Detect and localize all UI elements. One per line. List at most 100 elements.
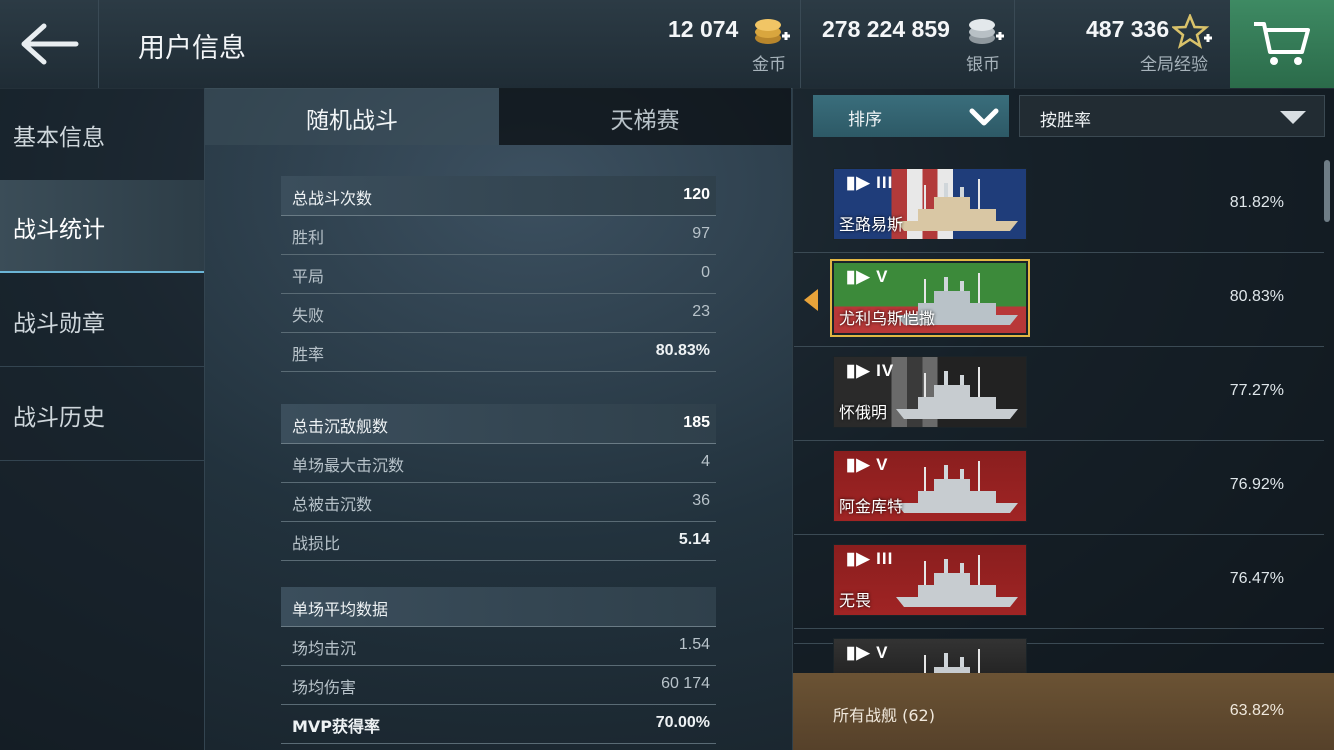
ship-tier: ▮▶ III: [846, 173, 894, 192]
stat-label: 场均伤害: [292, 678, 357, 697]
sort-button[interactable]: 排序: [813, 95, 1009, 137]
sidebar-item-basic-info[interactable]: 基本信息: [0, 88, 204, 181]
stat-value: 1.54: [678, 636, 710, 653]
stat-label: 平局: [292, 267, 325, 286]
sidebar-item-battle-stats[interactable]: 战斗统计: [0, 180, 204, 273]
shop-button[interactable]: [1230, 0, 1334, 88]
ship-win-rate: 76.92%: [1229, 476, 1284, 493]
ship-row[interactable]: ▮▶ IV 怀俄明 77.27%: [794, 346, 1324, 441]
gold-value: 12 074: [668, 16, 739, 42]
global-xp[interactable]: 487 336 全局经验: [1014, 0, 1230, 88]
stat-value: 185: [683, 414, 710, 431]
ship-row[interactable]: ▮▶ V 阿金库特 76.92%: [794, 440, 1324, 535]
stat-row: MVP获得率 70.00%: [281, 704, 716, 744]
ship-card: ▮▶ III 无畏: [833, 544, 1027, 616]
ship-name: 圣路易斯: [839, 215, 904, 234]
dropdown-triangle-icon: [1280, 111, 1306, 124]
stat-label: 胜率: [292, 345, 325, 364]
ship-row[interactable]: ▮▶ III 无畏 76.47%: [794, 534, 1324, 629]
ship-card: ▮▶ III 圣路易斯: [833, 168, 1027, 240]
warship-icon: [896, 461, 1018, 513]
ship-tier: ▮▶ V: [846, 455, 889, 474]
sidebar-item-label: 战斗统计: [13, 217, 105, 243]
stat-row: 胜率 80.83%: [281, 332, 716, 372]
stat-group-header: 总战斗次数 120: [281, 176, 716, 216]
gold-currency[interactable]: 12 074 金币: [660, 0, 801, 88]
ship-name: 无畏: [839, 591, 872, 610]
sidebar-item-label: 基本信息: [13, 125, 105, 151]
xp-label: 全局经验: [1140, 55, 1208, 75]
ship-tier: ▮▶ V: [846, 267, 889, 286]
star-plus-icon: [1172, 14, 1212, 49]
stat-value: 23: [692, 303, 710, 320]
ship-win-rate: 80.83%: [1229, 288, 1284, 305]
stat-value: 0: [701, 264, 710, 281]
stat-row: 场均击沉 1.54: [281, 626, 716, 666]
stat-value: 36: [692, 492, 710, 509]
sort-criteria-select[interactable]: 按胜率: [1019, 95, 1325, 137]
ship-row[interactable]: ▮▶ III 圣路易斯 81.82%: [794, 158, 1324, 253]
stat-value: 4: [701, 453, 710, 470]
stat-group-header: 总击沉敌舰数 185: [281, 404, 716, 444]
sidebar-item-battle-medals[interactable]: 战斗勋章: [0, 274, 204, 367]
warship-icon: [896, 367, 1018, 419]
stat-label: MVP获得率: [292, 717, 381, 736]
sidebar: 基本信息 战斗统计 战斗勋章 战斗历史: [0, 88, 205, 750]
stat-row: 平局 0: [281, 254, 716, 294]
stat-value: 97: [692, 225, 710, 242]
stat-row: 场均伤害 60 174: [281, 665, 716, 705]
ship-card: ▮▶ V 阿金库特: [833, 450, 1027, 522]
silver-coin-plus-icon: [969, 19, 1004, 44]
stat-label: 总被击沉数: [292, 495, 373, 514]
sidebar-item-label: 战斗历史: [13, 405, 105, 431]
stat-row: 胜利 97: [281, 215, 716, 255]
tab-ladder[interactable]: 天梯赛: [499, 88, 791, 145]
stat-row: 失败 23: [281, 293, 716, 333]
ship-win-rate: 81.82%: [1229, 194, 1284, 211]
ship-name: 怀俄明: [839, 403, 888, 422]
stat-label: 场均击沉: [292, 639, 357, 658]
sidebar-item-battle-history[interactable]: 战斗历史: [0, 368, 204, 461]
warship-icon: [896, 555, 1018, 607]
ship-tier: ▮▶ IV: [846, 361, 895, 380]
page-title: 用户信息: [138, 33, 246, 64]
ship-tier: ▮▶ V: [846, 643, 889, 662]
gold-label: 金币: [752, 55, 786, 75]
ship-win-rate: 76.47%: [1229, 570, 1284, 587]
all-ships-percent: 63.82%: [1229, 702, 1284, 719]
top-bar: 用户信息 12 074 金币 278 224 859 银币 487 336 全局…: [0, 0, 1334, 89]
stat-value: 60 174: [661, 675, 710, 692]
tab-label: 天梯赛: [610, 108, 680, 134]
warship-icon: [896, 179, 1018, 231]
silver-value: 278 224 859: [822, 16, 950, 42]
selected-indicator-icon: [804, 289, 818, 315]
stat-value: 120: [683, 186, 710, 203]
stat-value: 80.83%: [655, 342, 710, 359]
ship-card: ▮▶ V 尤利乌斯恺撒: [830, 259, 1030, 337]
stat-label: 战损比: [292, 534, 341, 553]
ship-name: 阿金库特: [839, 497, 904, 516]
gold-coin-plus-icon: [755, 19, 790, 44]
back-arrow-icon: [21, 23, 79, 65]
ship-row[interactable]: ▮▶ V 尤利乌斯恺撒 80.83%: [794, 252, 1324, 347]
xp-value: 487 336: [1086, 16, 1170, 42]
back-button[interactable]: [0, 0, 99, 88]
silver-label: 银币: [966, 55, 1000, 75]
ship-row[interactable]: ▮▶ V: [794, 628, 1324, 680]
all-ships-label: 所有战舰 (62): [833, 706, 935, 725]
tab-random-battle[interactable]: 随机战斗: [205, 88, 499, 145]
stat-label: 单场平均数据: [292, 600, 389, 619]
stat-label: 失败: [292, 306, 325, 325]
ship-name: 尤利乌斯恺撒: [839, 309, 936, 328]
stat-label: 总战斗次数: [292, 189, 373, 208]
stat-row: 单场最大击沉数 4: [281, 443, 716, 483]
ship-list-scrollbar[interactable]: [1324, 160, 1330, 222]
sort-button-label: 排序: [848, 110, 882, 130]
silver-currency[interactable]: 278 224 859 银币: [800, 0, 1015, 88]
all-ships-summary: 所有战舰 (62) 63.82%: [793, 673, 1334, 750]
stat-label: 单场最大击沉数: [292, 456, 405, 475]
stat-value: 5.14: [678, 531, 710, 548]
ship-win-rate: 77.27%: [1229, 382, 1284, 399]
sidebar-item-label: 战斗勋章: [13, 311, 105, 337]
ship-tier: ▮▶ III: [846, 549, 894, 568]
